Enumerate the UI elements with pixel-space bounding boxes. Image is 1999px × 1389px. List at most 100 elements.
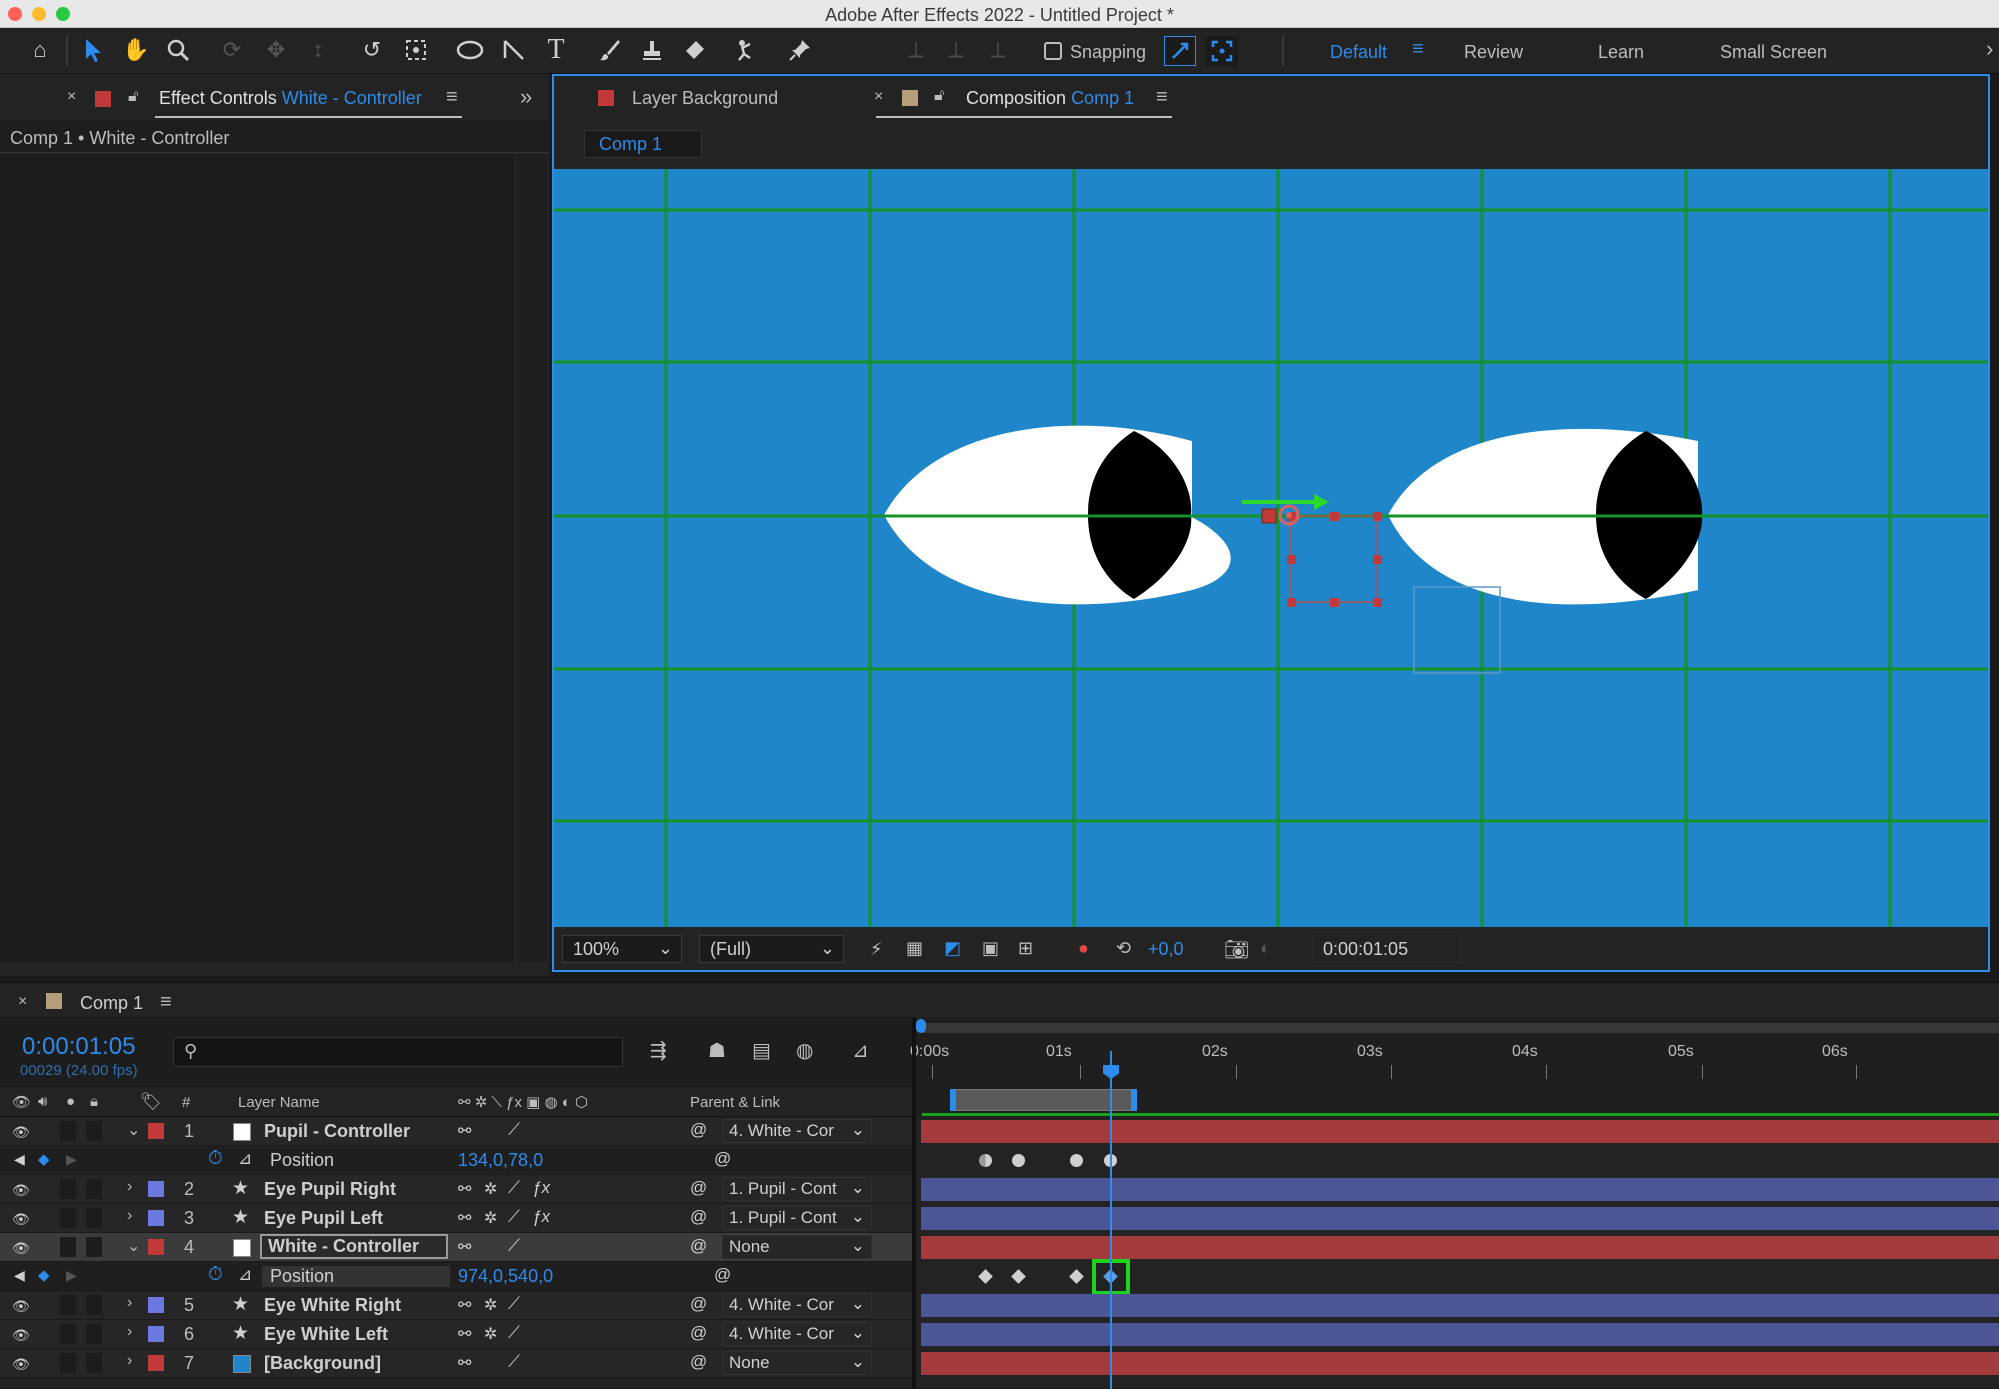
workspace-small-screen[interactable]: Small Screen (1720, 42, 1827, 63)
property-row-position[interactable]: ◀ ◆ ▶ ⏱︎ ⊿ Position 134,0,78,0 @ (0, 1146, 912, 1175)
motion-blur-icon[interactable]: ◍ (796, 1038, 813, 1063)
layer-row[interactable]: 👁︎ › 3 ★ Eye Pupil Left ⚯ ✲ ⟋ ƒx @1. Pupil - Cont… (0, 1204, 912, 1233)
next-keyframe-icon[interactable]: ▶ (66, 1267, 77, 1284)
quality-switch-icon[interactable]: ⟋ (508, 1178, 520, 1198)
current-time-display[interactable]: 0:00:01:05 (22, 1033, 135, 1061)
layer-duration-bar[interactable] (921, 1323, 1999, 1346)
timeline-tab[interactable]: Comp 1 (80, 993, 143, 1014)
chevron-down-icon[interactable]: ⌄ (127, 1236, 140, 1256)
channels-icon[interactable]: ● (1078, 938, 1089, 959)
chevron-down-icon[interactable]: ⌄ (127, 1120, 140, 1140)
layer-duration-bar[interactable] (921, 1352, 1999, 1375)
lock-switch[interactable] (86, 1121, 102, 1141)
roto-brush-icon[interactable] (732, 34, 764, 66)
snapping-checkbox[interactable] (1044, 42, 1062, 60)
label-color-swatch[interactable] (148, 1297, 164, 1313)
composition-canvas[interactable] (554, 169, 1988, 927)
lock-icon[interactable]: 🔓︎ (934, 87, 944, 105)
lock-switch[interactable] (86, 1208, 102, 1228)
close-tab-icon[interactable]: × (18, 993, 27, 1011)
snapshot-camera-icon[interactable]: 📷︎ (1224, 937, 1249, 962)
chevron-right-icon[interactable]: › (127, 1323, 132, 1341)
shy-switch-icon[interactable]: ⚯ (458, 1121, 471, 1141)
column-number[interactable]: # (182, 1094, 190, 1111)
close-tab-icon[interactable]: × (67, 88, 76, 106)
expression-pick-whip-icon[interactable]: @ (714, 1265, 731, 1285)
pick-whip-icon[interactable]: @ (690, 1294, 707, 1314)
eraser-icon[interactable] (678, 34, 710, 66)
frame-blending-icon[interactable]: ▤ (752, 1038, 771, 1063)
stopwatch-icon[interactable]: ⏱︎ (208, 1148, 223, 1170)
expression-pick-whip-icon[interactable]: @ (714, 1149, 731, 1169)
collapse-switch-icon[interactable]: ✲ (484, 1295, 497, 1315)
layer-row[interactable]: 👁︎ ⌄ 4 White - Controller ⚯ ⟋ @ None ⌄ (0, 1233, 912, 1262)
keyframe[interactable] (1012, 1154, 1025, 1167)
keyframe[interactable] (1069, 1269, 1084, 1284)
panel-overflow-icon[interactable]: » (520, 84, 532, 110)
quality-switch-icon[interactable]: ⟋ (508, 1294, 520, 1314)
layer-row[interactable]: 👁︎ › 6 ★ Eye White Left ⚯ ✲ ⟋ @4. White - Cor ⌄ (0, 1320, 912, 1349)
resolution-dropdown[interactable]: (Full) ⌄ (699, 935, 844, 963)
panel-menu-icon[interactable]: ≡ (160, 991, 172, 1014)
visibility-eye-icon[interactable]: 👁︎ (12, 1124, 30, 1141)
quality-switch-icon[interactable]: ⟋ (508, 1120, 520, 1140)
zoom-icon[interactable] (162, 34, 194, 66)
solo-switch[interactable] (60, 1121, 76, 1141)
quality-switch-icon[interactable]: ⟋ (508, 1352, 520, 1372)
shy-switch-icon[interactable]: ⚯ (458, 1353, 471, 1373)
local-axis-icon[interactable]: ⟂ (900, 34, 932, 66)
navigator-start-handle[interactable] (916, 1019, 926, 1033)
clone-stamp-icon[interactable] (636, 34, 668, 66)
parent-dropdown[interactable]: None ⌄ (722, 1235, 872, 1259)
label-color-swatch[interactable] (148, 1355, 164, 1371)
visibility-eye-icon[interactable]: 👁︎ (12, 1240, 30, 1257)
layer-search-input[interactable]: ⚲ (173, 1037, 623, 1067)
lock-icon[interactable]: 🔓︎ (128, 88, 138, 106)
layer-name[interactable]: [Background] (264, 1353, 381, 1374)
chevron-right-icon[interactable]: › (127, 1294, 132, 1312)
visibility-eye-icon[interactable]: 👁︎ (12, 1182, 30, 1199)
visibility-eye-icon[interactable]: 👁︎ (12, 1356, 30, 1373)
quality-switch-icon[interactable]: ⟋ (508, 1207, 520, 1227)
solo-switch[interactable] (60, 1208, 76, 1228)
label-color-swatch[interactable] (148, 1239, 164, 1255)
collapse-switch-icon[interactable]: ✲ (484, 1208, 497, 1228)
layer-tab[interactable]: Layer Background (632, 88, 778, 109)
quality-switch-icon[interactable]: ⟋ (508, 1323, 520, 1343)
shy-switch-icon[interactable]: ⚯ (458, 1324, 471, 1344)
time-ruler-area[interactable]: 0:00s 01s 02s 03s 04s 05s 06s (910, 1017, 1999, 1117)
pick-whip-icon[interactable]: @ (690, 1120, 707, 1140)
layer-name[interactable]: Pupil - Controller (264, 1121, 410, 1142)
shy-switch-icon[interactable]: ⚯ (458, 1237, 471, 1257)
pick-whip-icon[interactable]: @ (690, 1207, 707, 1227)
snap-features-toggle[interactable] (1206, 36, 1238, 66)
comp-flowchart-icon[interactable]: ⇶ (650, 1038, 667, 1063)
prev-keyframe-icon[interactable]: ◀ (14, 1151, 25, 1168)
selection-icon[interactable] (78, 34, 110, 66)
add-keyframe-icon[interactable]: ◆ (38, 1266, 50, 1284)
close-tab-icon[interactable]: × (874, 88, 883, 106)
column-layer-name[interactable]: Layer Name (238, 1094, 320, 1111)
layer-name[interactable]: Eye White Right (264, 1295, 401, 1316)
shy-switch-icon[interactable]: ⚯ (458, 1295, 471, 1315)
orbit-icon[interactable]: ⟳ (216, 34, 248, 66)
position-value[interactable]: 134,0,78,0 (458, 1150, 543, 1171)
parent-dropdown[interactable]: 4. White - Cor ⌄ (722, 1293, 872, 1317)
solo-switch[interactable] (60, 1295, 76, 1315)
add-keyframe-icon[interactable]: ◆ (38, 1150, 50, 1168)
dolly-icon[interactable]: ↕ (302, 34, 334, 66)
layer-name[interactable]: Eye Pupil Right (264, 1179, 396, 1200)
chevron-right-icon[interactable]: › (127, 1207, 132, 1225)
workspace-menu-icon[interactable]: ≡ (1412, 38, 1424, 61)
mask-visibility-icon[interactable]: ◩ (944, 938, 961, 959)
effect-controls-scrollbar[interactable] (515, 154, 547, 962)
layer-duration-bar[interactable] (921, 1178, 1999, 1201)
hand-icon[interactable]: ✋ (120, 34, 152, 66)
type-icon[interactable]: T (540, 34, 572, 66)
layer-duration-bar[interactable] (921, 1207, 1999, 1230)
camera-behind-icon[interactable] (400, 34, 432, 66)
parent-dropdown[interactable]: 1. Pupil - Cont ⌄ (722, 1206, 872, 1230)
snap-edges-toggle[interactable] (1164, 36, 1196, 66)
world-axis-icon[interactable]: ⟂ (940, 34, 972, 66)
keyframe[interactable] (978, 1269, 993, 1284)
